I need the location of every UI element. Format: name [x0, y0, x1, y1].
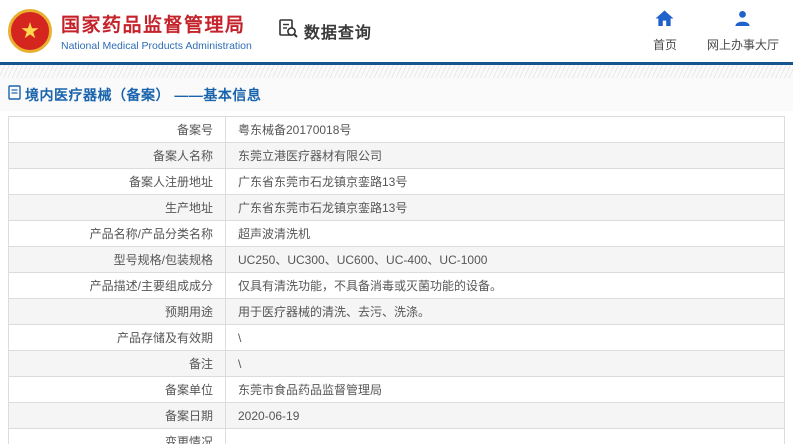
- row-value: 用于医疗器械的清洗、去污、洗涤。: [225, 298, 785, 325]
- nav-home[interactable]: 首页: [652, 9, 677, 53]
- home-icon: [655, 9, 674, 32]
- row-value: 东莞立港医疗器材有限公司: [225, 142, 785, 169]
- row-value: 超声波清洗机: [225, 220, 785, 247]
- top-nav: 首页 网上办事大厅: [652, 9, 779, 53]
- info-table: 备案号 粤东械备20170018号 备案人名称 东莞立港医疗器材有限公司 备案人注册地址…: [8, 116, 785, 444]
- table-row: 备案人名称 东莞立港医疗器材有限公司: [8, 142, 785, 169]
- row-value: \: [225, 350, 785, 377]
- row-value: [225, 428, 785, 444]
- row-label: 生产地址: [8, 194, 226, 221]
- row-value: 广东省东莞市石龙镇京銮路13号: [225, 168, 785, 195]
- document-icon: [8, 84, 21, 105]
- row-label: 产品存储及有效期: [8, 324, 226, 351]
- row-label: 备案号: [8, 116, 226, 143]
- table-row: 生产地址 广东省东莞市石龙镇京銮路13号: [8, 194, 785, 221]
- row-value: UC250、UC300、UC600、UC-400、UC-1000: [225, 246, 785, 273]
- national-emblem-icon: ★: [8, 9, 52, 53]
- title-bar: 境内医疗器械（备案） ——基本信息: [0, 78, 793, 111]
- row-value: 粤东械备20170018号: [225, 116, 785, 143]
- row-label: 备案人名称: [8, 142, 226, 169]
- table-row: 备案号 粤东械备20170018号: [8, 116, 785, 143]
- table-row: 产品存储及有效期 \: [8, 324, 785, 351]
- table-row: 产品名称/产品分类名称 超声波清洗机: [8, 220, 785, 247]
- agency-title-cn: 国家药品监督管理局: [61, 15, 246, 36]
- row-label: 备案单位: [8, 376, 226, 403]
- table-row: 备案人注册地址 广东省东莞市石龙镇京銮路13号: [8, 168, 785, 195]
- table-row: 产品描述/主要组成成分 仅具有清洗功能，不具备消毒或灭菌功能的设备。: [8, 272, 785, 299]
- agency-title-en: National Medical Products Administration: [61, 40, 252, 52]
- table-row: 变更情况: [8, 428, 785, 444]
- table-row: 预期用途 用于医疗器械的清洗、去污、洗涤。: [8, 298, 785, 325]
- user-icon: [734, 10, 751, 32]
- row-label: 备案人注册地址: [8, 168, 226, 195]
- row-label: 型号规格/包装规格: [8, 246, 226, 273]
- table-row: 备注 \: [8, 350, 785, 377]
- row-value: \: [225, 324, 785, 351]
- row-label: 预期用途: [8, 298, 226, 325]
- agency-logo[interactable]: ★ 国家药品监督管理局 National Medical Products Ad…: [8, 9, 252, 53]
- table-row: 备案日期 2020-06-19: [8, 402, 785, 429]
- row-value: 广东省东莞市石龙镇京銮路13号: [225, 194, 785, 221]
- row-label: 产品名称/产品分类名称: [8, 220, 226, 247]
- row-value: 仅具有清洗功能，不具备消毒或灭菌功能的设备。: [225, 272, 785, 299]
- row-label: 备案日期: [8, 402, 226, 429]
- page-title: 境内医疗器械（备案） ——基本信息: [25, 86, 262, 103]
- table-row: 备案单位 东莞市食品药品监督管理局: [8, 376, 785, 403]
- nav-online-hall-label: 网上办事大厅: [706, 37, 779, 52]
- row-label: 产品描述/主要组成成分: [8, 272, 226, 299]
- nav-online-hall[interactable]: 网上办事大厅: [707, 10, 779, 53]
- data-query-label: 数据查询: [303, 25, 372, 42]
- document-search-icon: [278, 18, 299, 44]
- row-value: 2020-06-19: [225, 402, 785, 429]
- nav-home-label: 首页: [652, 37, 677, 52]
- site-header: ★ 国家药品监督管理局 National Medical Products Ad…: [0, 0, 793, 62]
- row-label: 备注: [8, 350, 226, 377]
- hatched-band: [0, 65, 793, 78]
- info-table-body: 备案号 粤东械备20170018号 备案人名称 东莞立港医疗器材有限公司 备案人注册地址…: [8, 116, 785, 444]
- row-label: 变更情况: [8, 428, 226, 444]
- data-query-menu[interactable]: 数据查询: [278, 18, 372, 44]
- table-row: 型号规格/包装规格 UC250、UC300、UC600、UC-400、UC-100…: [8, 246, 785, 273]
- row-value: 东莞市食品药品监督管理局: [225, 376, 785, 403]
